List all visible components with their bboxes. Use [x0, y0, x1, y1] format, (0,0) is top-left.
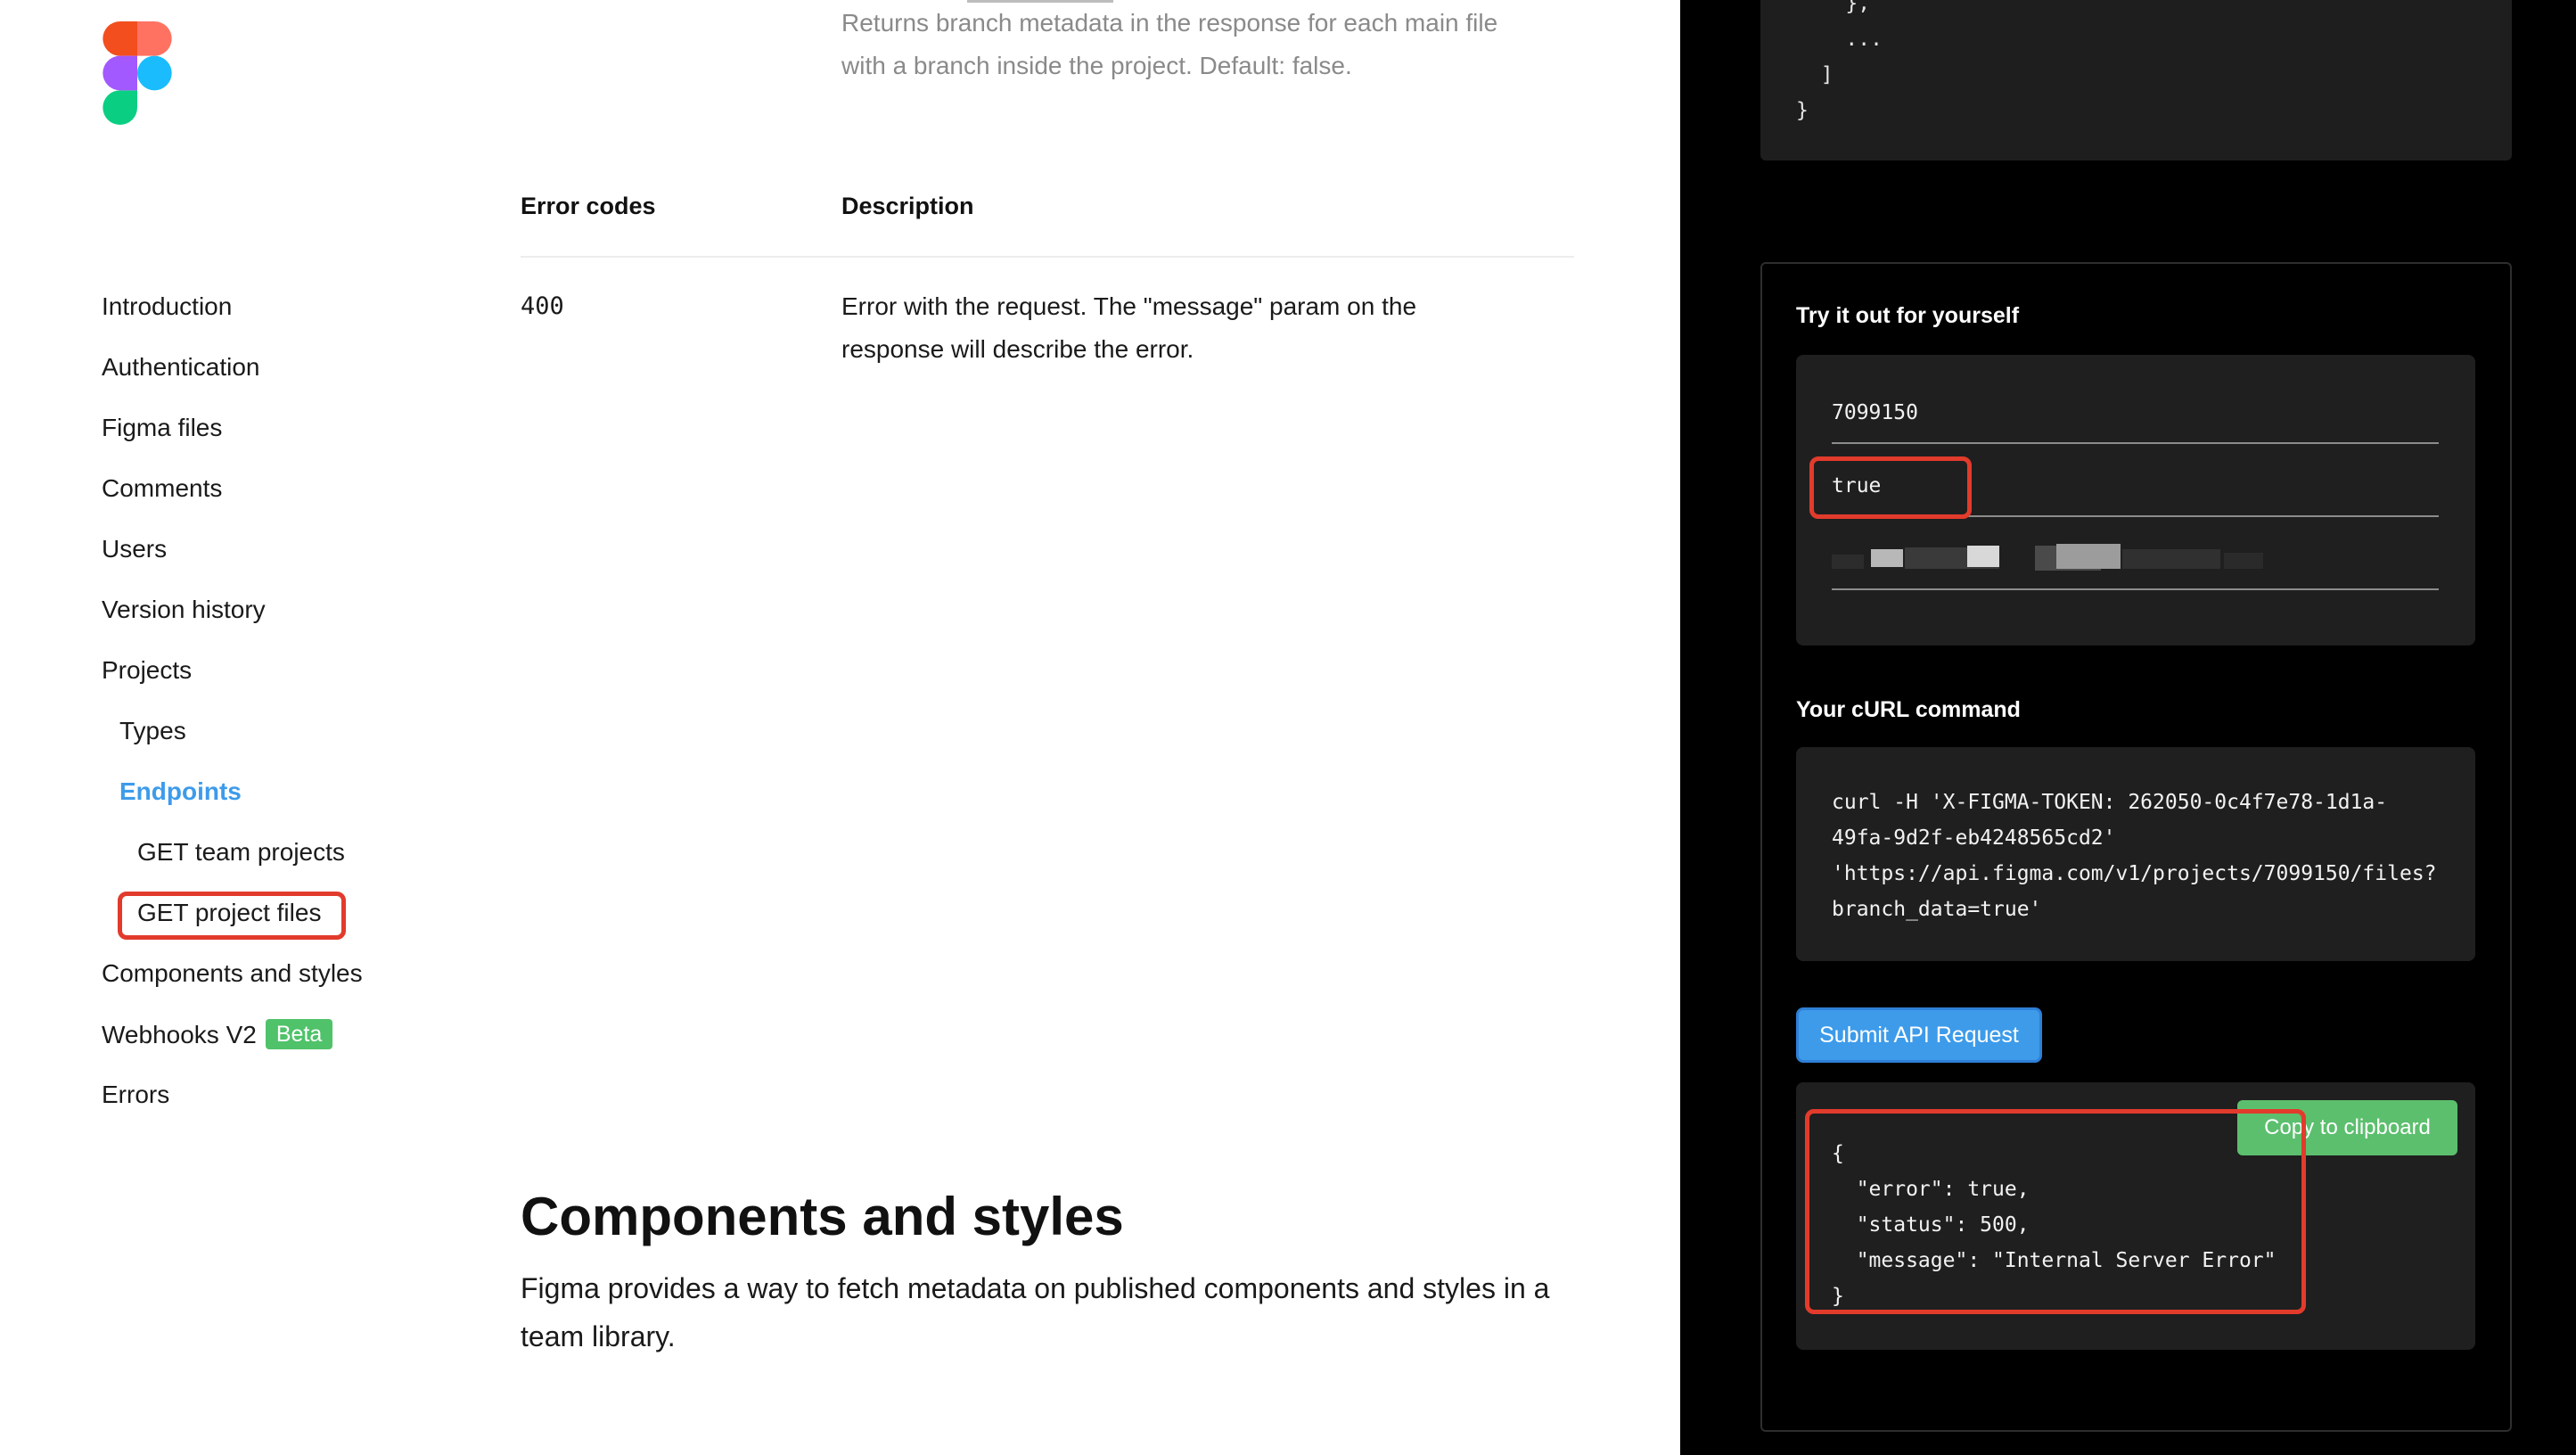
sidebar-item-types[interactable]: Types [119, 716, 186, 746]
sidebar-item-comments[interactable]: Comments [102, 473, 222, 504]
token-input-redacted[interactable] [1832, 542, 2439, 572]
sidebar-item-projects[interactable]: Projects [102, 655, 192, 686]
param-description-line: with a branch inside the project. Defaul… [841, 52, 1352, 79]
sidebar-item-figma-files[interactable]: Figma files [102, 413, 222, 443]
curl-command-text: curl -H 'X-FIGMA-TOKEN: 262050-0c4f7e78-… [1832, 791, 2437, 921]
error-code-cell: 400 [521, 292, 564, 320]
beta-badge: Beta [265, 1019, 333, 1049]
sidebar-item-label: Webhooks V2 [102, 1021, 257, 1048]
sidebar-item-errors[interactable]: Errors [102, 1080, 169, 1110]
curl-command-card: curl -H 'X-FIGMA-TOKEN: 262050-0c4f7e78-… [1796, 747, 2475, 961]
project-id-input[interactable]: 7099150 [1832, 401, 1918, 424]
table-header-error-codes: Error codes [521, 193, 656, 219]
sidebar-item-authentication[interactable]: Authentication [102, 352, 259, 382]
input-underline [1832, 442, 2439, 444]
sidebar-item-version-history[interactable]: Version history [102, 595, 266, 625]
section-title: Components and styles [521, 1187, 1124, 1246]
sidebar-item-get-team-projects[interactable]: GET team projects [137, 837, 345, 867]
error-description-line: response will describe the error. [841, 335, 1194, 363]
highlight-box-input [1809, 456, 1972, 519]
param-description: Returns branch metadata in the response … [841, 2, 1497, 87]
section-description: Figma provides a way to fetch metadata o… [521, 1272, 1550, 1352]
curl-label: Your cURL command [1796, 697, 2021, 722]
error-description-line: Error with the request. The "message" pa… [841, 292, 1417, 320]
example-response-text: }, ... ] } [1796, 0, 1883, 122]
sidebar-item-introduction[interactable]: Introduction [102, 292, 232, 322]
example-response-code: }, ... ] } [1760, 0, 2512, 160]
highlight-box-nav [118, 892, 346, 940]
sidebar-item-webhooks-v2[interactable]: Webhooks V2 Beta [102, 1019, 333, 1050]
sidebar-item-components-and-styles[interactable]: Components and styles [102, 958, 363, 989]
try-it-label: Try it out for yourself [1796, 303, 2020, 328]
highlight-box-response [1805, 1109, 2306, 1314]
input-underline [1832, 588, 2439, 590]
sidebar-item-endpoints[interactable]: Endpoints [119, 777, 242, 807]
param-description-line: Returns branch metadata in the response … [841, 9, 1498, 37]
error-description-cell: Error with the request. The "message" pa… [841, 285, 1416, 371]
table-divider [521, 256, 1574, 258]
figma-logo-icon [103, 21, 172, 125]
submit-api-request-button[interactable]: Submit API Request [1796, 1007, 2042, 1063]
table-header-description: Description [841, 193, 974, 219]
sidebar-item-users[interactable]: Users [102, 534, 167, 564]
